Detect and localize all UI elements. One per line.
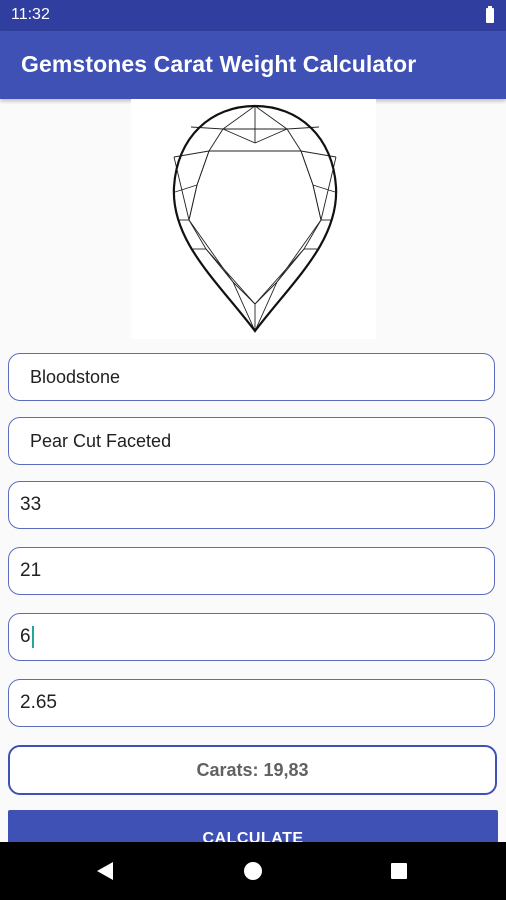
gemstone-value: Bloodstone [30,366,121,387]
battery-icon [486,6,494,23]
app-title: Gemstones Carat Weight Calculator [21,51,417,77]
gemstone-select[interactable]: Bloodstone [8,353,495,401]
recents-icon [391,863,407,879]
recents-button[interactable] [369,842,429,900]
navigation-bar [0,842,506,900]
carats-result-text: Carats: 19,83 [196,759,309,780]
width-input[interactable]: 21 [8,547,495,595]
back-icon [97,862,113,880]
length-value: 33 [20,494,42,515]
back-button[interactable] [75,842,135,900]
depth-input[interactable]: 6 [8,613,495,661]
text-cursor [31,626,34,648]
home-icon [244,862,262,880]
app-bar: Gemstones Carat Weight Calculator [0,31,506,99]
status-bar: 11:32 [0,0,506,31]
status-time: 11:32 [11,6,50,23]
length-input[interactable]: 33 [8,481,495,529]
carats-result: Carats: 19,83 [8,745,497,795]
depth-value: 6 [20,626,31,647]
specific-gravity-input[interactable]: 2.65 [8,679,495,727]
cut-value: Pear Cut Faceted [30,430,172,451]
width-value: 21 [20,560,42,581]
cut-select[interactable]: Pear Cut Faceted [8,417,495,465]
home-button[interactable] [223,842,283,900]
pear-cut-gem-image [131,99,376,339]
specific-gravity-value: 2.65 [20,692,57,713]
